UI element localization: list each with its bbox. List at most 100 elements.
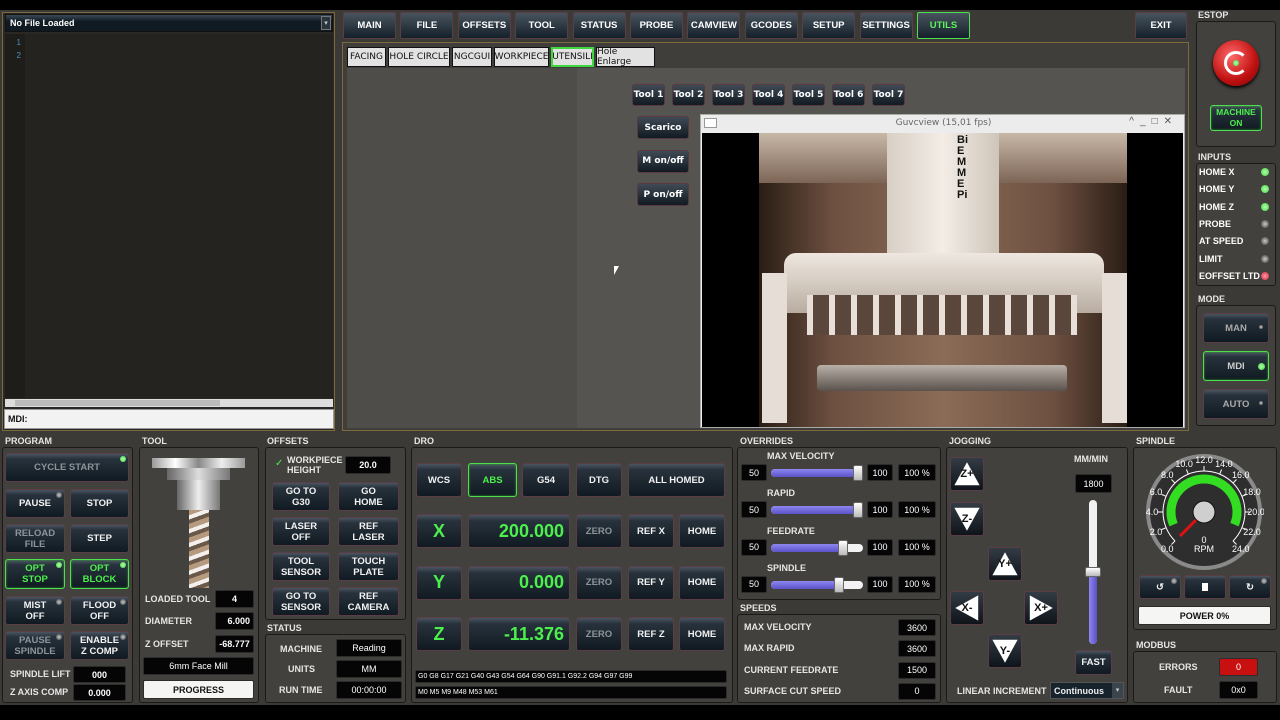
feedrate-max-button[interactable]: 100 <box>867 538 893 556</box>
close-icon[interactable]: ✕ <box>1164 116 1178 127</box>
z-axis-comp-field[interactable]: 0.000 <box>73 684 126 701</box>
home-z-button[interactable]: HOME <box>679 617 725 651</box>
slider-handle[interactable] <box>1085 567 1101 577</box>
slider-handle[interactable] <box>837 539 848 556</box>
tool-button-2[interactable]: Tool 2 <box>672 84 705 106</box>
nav-tab-tool[interactable]: TOOL <box>515 12 569 39</box>
p-on-off-button[interactable]: P on/off <box>637 183 689 206</box>
chevron-down-icon[interactable]: ▾ <box>321 16 331 30</box>
workpiece-height-field[interactable]: 20.0 <box>345 456 391 474</box>
slider-handle[interactable] <box>853 502 863 519</box>
jog-z-plus-button[interactable]: Z+ <box>950 457 984 491</box>
go-to-sensor-button[interactable]: GO TO SENSOR <box>272 587 330 616</box>
axis-z-label[interactable]: Z <box>416 617 462 651</box>
check-icon[interactable]: ✓ <box>275 458 283 469</box>
nav-tab-settings[interactable]: SETTINGS <box>859 12 913 39</box>
home-x-button[interactable]: HOME <box>679 514 725 548</box>
spindle-min-button[interactable]: 50 <box>741 575 767 593</box>
zero-x-button[interactable]: ZERO <box>576 514 622 548</box>
jog-rate-slider[interactable] <box>1085 500 1101 644</box>
minimize-icon[interactable]: _ <box>1140 116 1152 127</box>
ref-z-button[interactable]: REF Z <box>628 617 674 651</box>
nav-tab-probe[interactable]: PROBE <box>630 12 683 39</box>
tab-hole-enlarge[interactable]: Hole Enlarge <box>596 47 655 67</box>
exit-button[interactable]: EXIT <box>1135 12 1187 39</box>
abs-button[interactable]: ABS <box>468 463 517 497</box>
g54-button[interactable]: G54 <box>522 463 570 497</box>
jog-y-plus-button[interactable]: Y+ <box>988 547 1022 581</box>
wcs-button[interactable]: WCS <box>416 463 462 497</box>
ref-y-button[interactable]: REF Y <box>628 565 674 600</box>
go-to-g30-button[interactable]: GO TO G30 <box>272 482 330 511</box>
tab-utensili[interactable]: UTENSILI <box>551 47 594 67</box>
max-velocity-max-button[interactable]: 100 <box>867 464 893 481</box>
gcode-editor[interactable]: 1 2 <box>5 34 333 398</box>
jog-rate-field[interactable]: 1800 <box>1075 474 1112 493</box>
tool-sensor-button[interactable]: TOOL SENSOR <box>272 552 330 581</box>
rapid-max-button[interactable]: 100 <box>867 501 893 519</box>
nav-tab-offsets[interactable]: OFFSETS <box>457 12 511 39</box>
nav-tab-gcodes[interactable]: GCODES <box>744 12 798 39</box>
tool-button-1[interactable]: Tool 1 <box>632 84 665 106</box>
ref-laser-button[interactable]: REF LASER <box>338 517 399 546</box>
step-button[interactable]: STEP <box>70 524 129 553</box>
home-y-button[interactable]: HOME <box>679 565 725 600</box>
tool-button-5[interactable]: Tool 5 <box>792 84 825 106</box>
spindle-stop-button[interactable] <box>1184 575 1226 599</box>
increment-select[interactable]: Continuous ▾ <box>1050 682 1124 699</box>
slider-handle[interactable] <box>853 465 863 481</box>
tab-hole-circle[interactable]: HOLE CIRCLE <box>388 47 450 67</box>
tool-button-4[interactable]: Tool 4 <box>752 84 785 106</box>
nav-tab-utils[interactable]: UTILS <box>917 12 970 39</box>
machine-on-button[interactable]: MACHINE ON <box>1210 105 1262 131</box>
nav-tab-main[interactable]: MAIN <box>343 12 396 39</box>
tab-facing[interactable]: FACING <box>347 47 386 67</box>
dtg-button[interactable]: DTG <box>576 463 622 497</box>
slider-handle[interactable] <box>834 576 845 593</box>
tool-button-7[interactable]: Tool 7 <box>872 84 905 106</box>
ref-camera-button[interactable]: REF CAMERA <box>338 587 399 616</box>
rapid-override-slider[interactable] <box>771 502 863 519</box>
axis-x-label[interactable]: X <box>416 514 462 548</box>
cycle-start-button[interactable]: CYCLE START <box>5 453 129 482</box>
nav-tab-file[interactable]: FILE <box>400 12 454 39</box>
tab-ngcgui[interactable]: NGCGUI <box>452 47 492 67</box>
tool-button-6[interactable]: Tool 6 <box>832 84 865 106</box>
laser-off-button[interactable]: LASER OFF <box>272 517 330 546</box>
horizontal-scrollbar[interactable] <box>5 399 333 407</box>
nav-tab-status[interactable]: STATUS <box>572 12 626 39</box>
max-velocity-min-button[interactable]: 50 <box>741 464 767 481</box>
jog-y-minus-button[interactable]: Y- <box>988 634 1022 668</box>
stop-button[interactable]: STOP <box>70 489 129 518</box>
mdi-input[interactable]: MDI: <box>4 409 334 429</box>
tool-button-3[interactable]: Tool 3 <box>712 84 745 106</box>
nav-tab-camview[interactable]: CAMVIEW <box>687 12 741 39</box>
ref-x-button[interactable]: REF X <box>628 514 674 548</box>
max-velocity-override-slider[interactable] <box>771 465 863 481</box>
camera-window[interactable]: Guvcview (15,01 fps) ^_□✕ BiEMMEPi <box>700 114 1185 428</box>
feedrate-override-slider[interactable] <box>771 539 863 556</box>
shade-icon[interactable]: ^ <box>1129 116 1140 127</box>
spindle-max-button[interactable]: 100 <box>867 575 893 593</box>
rapid-min-button[interactable]: 50 <box>741 501 767 519</box>
reload-file-button[interactable]: RELOAD FILE <box>5 524 65 553</box>
estop-button[interactable] <box>1213 40 1259 86</box>
zero-z-button[interactable]: ZERO <box>576 617 622 651</box>
jog-z-minus-button[interactable]: Z- <box>950 502 984 536</box>
feedrate-min-button[interactable]: 50 <box>741 538 767 556</box>
zero-y-button[interactable]: ZERO <box>576 565 622 600</box>
file-select[interactable]: No File Loaded ▾ <box>5 14 333 32</box>
all-homed-button[interactable]: ALL HOMED <box>628 463 725 497</box>
fast-button[interactable]: FAST <box>1075 650 1112 675</box>
tab-workpiece[interactable]: WORKPIECE <box>494 47 549 67</box>
spindle-lift-field[interactable]: 000 <box>73 666 126 683</box>
axis-y-label[interactable]: Y <box>416 565 462 600</box>
nav-tab-setup[interactable]: SETUP <box>802 12 856 39</box>
jog-x-plus-button[interactable]: X+ <box>1024 591 1058 625</box>
chevron-down-icon[interactable]: ▾ <box>1112 683 1123 698</box>
scarico-button[interactable]: Scarico <box>637 116 689 139</box>
jog-x-minus-button[interactable]: X- <box>950 591 984 625</box>
maximize-icon[interactable]: □ <box>1152 116 1164 127</box>
touch-plate-button[interactable]: TOUCH PLATE <box>338 552 399 581</box>
go-home-button[interactable]: GO HOME <box>338 482 399 511</box>
